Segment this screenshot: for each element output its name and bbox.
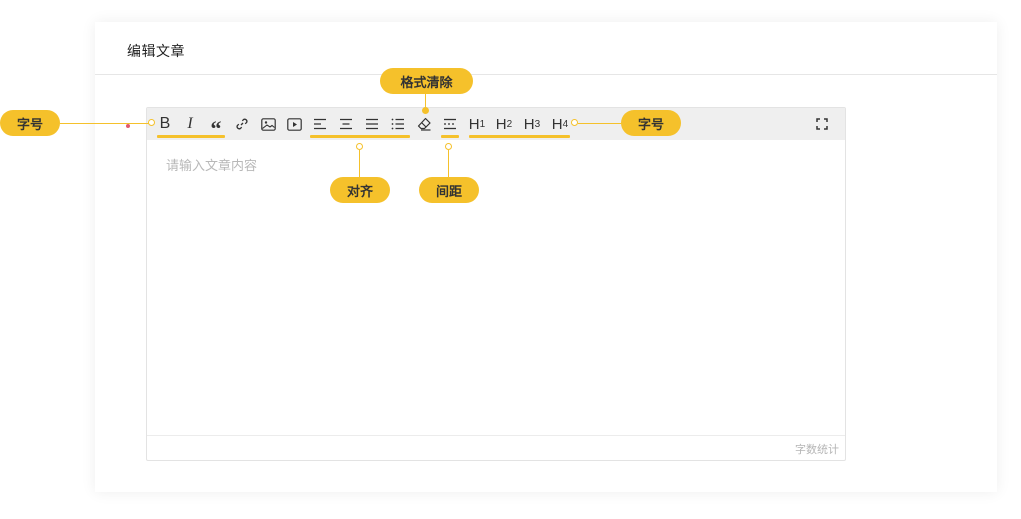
annotation-anchor-spacing [445,143,452,150]
fullscreen-button[interactable] [813,108,831,140]
align-group-underline [310,135,410,138]
heading-4-level: 4 [562,118,569,130]
link-button[interactable] [233,108,251,140]
font-style-group-underline [157,135,225,138]
spacing-group-underline [441,135,459,138]
annotation-line-align [359,150,360,177]
annotation-font-size-right: 字号 [621,110,681,136]
annotation-anchor-align [356,143,363,150]
video-icon [286,117,302,131]
heading-1-level: 1 [479,118,486,130]
heading-3-label: H [523,115,535,133]
annotation-anchor-format-clear [422,107,429,114]
image-button[interactable] [259,108,277,140]
title-divider [95,74,997,75]
annotation-font-size-left: 字号 [0,110,60,136]
annotation-format-clear: 格式清除 [380,68,473,94]
heading-1-label: H [468,115,480,133]
editor-toolbar: B I “ H 1 H 2 H 3 H 4 [147,108,845,141]
annotation-anchor-right [571,119,578,126]
align-center-icon [340,118,352,130]
heading-2-level: 2 [506,118,513,130]
video-button[interactable] [285,108,303,140]
heading-group-underline [469,135,570,138]
required-marker [126,124,130,128]
annotation-align: 对齐 [330,177,390,203]
link-icon [236,118,248,130]
annotation-spacing: 间距 [419,177,479,203]
heading-4-label: H [551,115,563,133]
annotation-line-right [578,123,622,124]
eraser-icon [417,117,431,131]
fullscreen-icon [816,118,828,130]
heading-2-label: H [495,115,507,133]
annotation-anchor-left [148,119,155,126]
rich-text-editor: B I “ H 1 H 2 H 3 H 4 请输入文章内容 字数统计 [146,107,846,461]
list-icon [391,118,404,130]
bold-icon: B [159,115,171,132]
content-placeholder[interactable]: 请输入文章内容 [166,155,257,174]
annotation-line-spacing [448,150,449,177]
line-spacing-icon [444,118,456,130]
align-justify-icon [366,118,378,130]
image-icon [260,117,276,131]
editor-footer-divider [147,435,845,436]
annotation-line-left [60,123,149,124]
italic-icon: I [187,115,193,132]
heading-3-level: 3 [534,118,541,130]
align-left-icon [314,118,326,130]
word-count: 字数统计 [795,443,839,456]
page-title: 编辑文章 [127,44,185,60]
